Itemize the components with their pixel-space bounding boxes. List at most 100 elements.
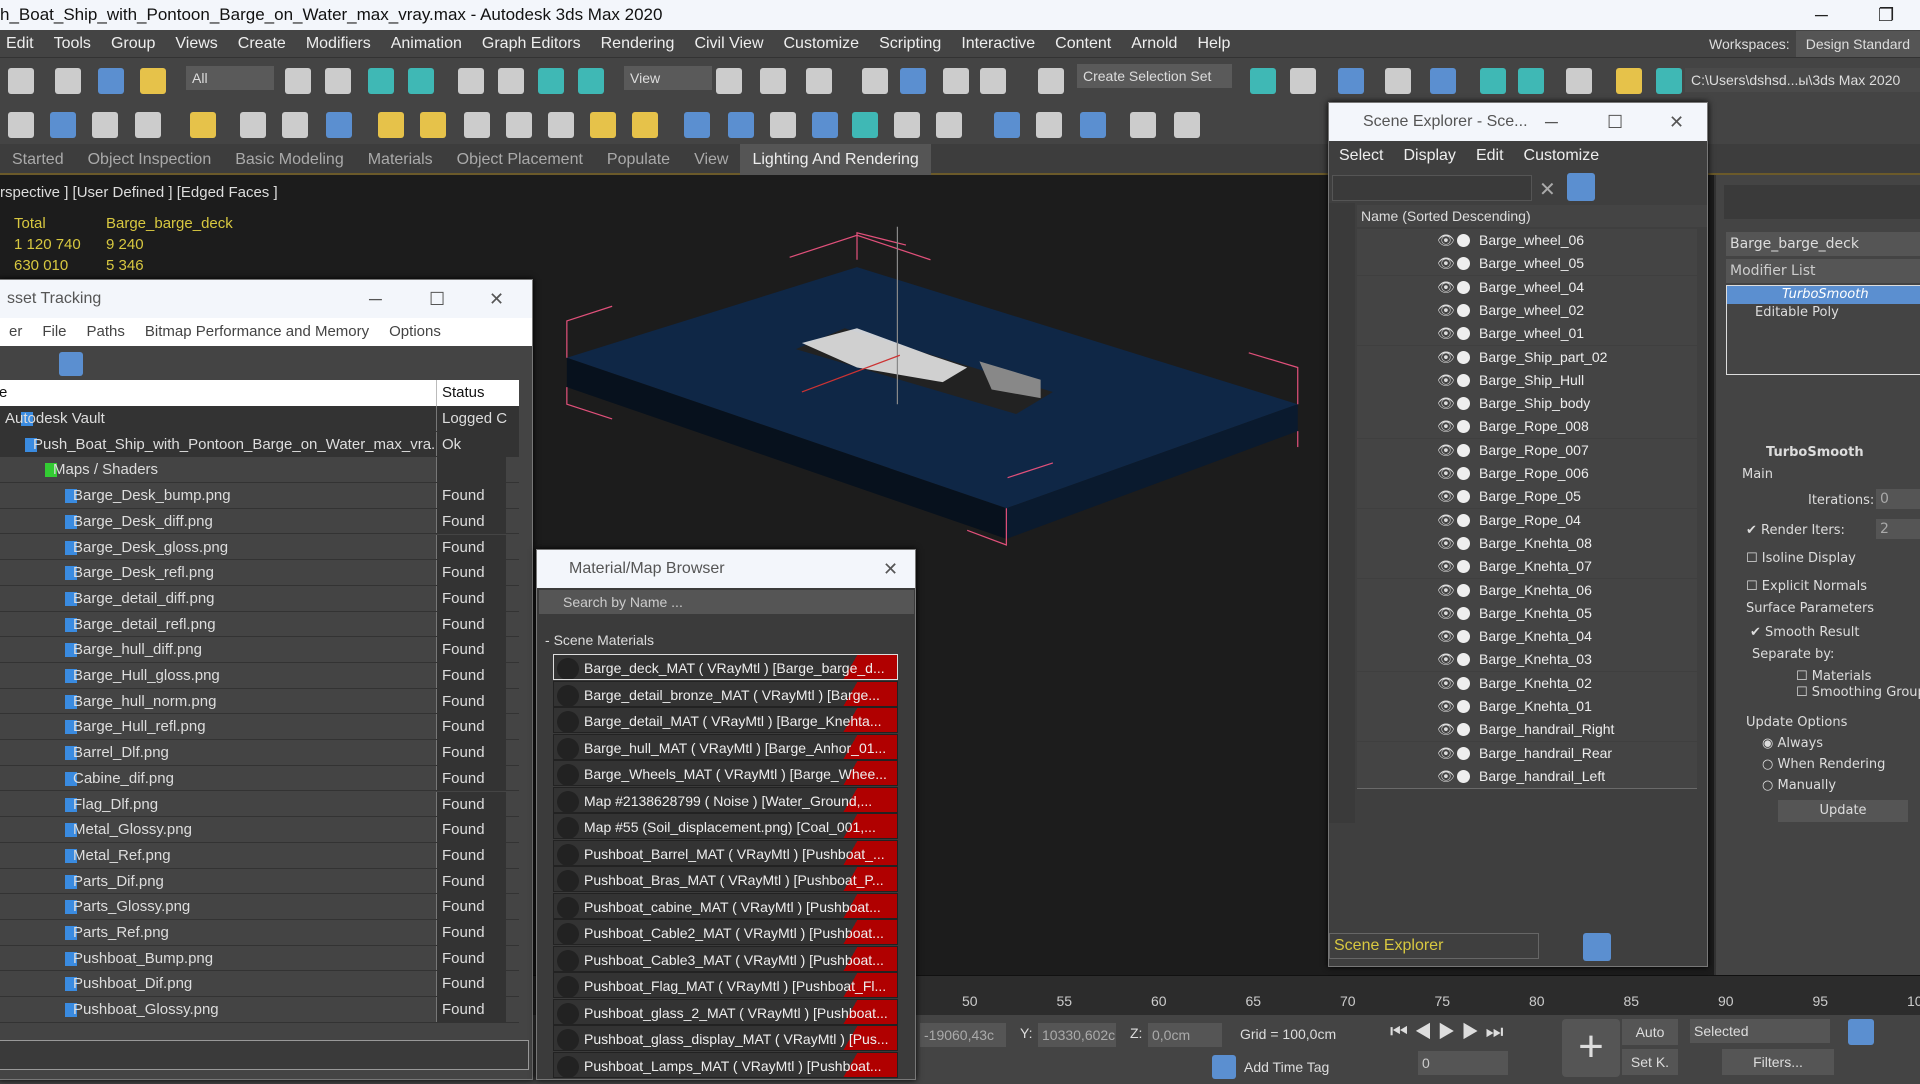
toolbar-tool-icon[interactable] (1338, 68, 1364, 94)
render-toggle-icon[interactable] (1457, 746, 1470, 760)
scene-object-row[interactable]: 👁 Barge_wheel_01 (1357, 322, 1697, 346)
asset-menu-item[interactable]: Options (379, 323, 451, 340)
menu-civil-view[interactable]: Civil View (688, 30, 777, 58)
material-item[interactable]: Barge_deck_MAT ( VRayMtl ) [Barge_barge_… (553, 654, 898, 680)
visibility-eye-icon[interactable]: 👁 (1437, 229, 1455, 252)
scene-object-row[interactable]: 👁 Barge_Rope_007 (1357, 438, 1697, 462)
toolbar2-tool-icon[interactable] (506, 112, 532, 138)
ribbon-tab-view[interactable]: View (682, 144, 740, 175)
toolbar-tool-icon[interactable] (1518, 68, 1544, 94)
toolbar2-tool-icon[interactable] (1036, 112, 1062, 138)
selection-filter-dropdown[interactable]: All (186, 66, 274, 90)
asset-row[interactable]: Barge_detail_refl.png Found (0, 611, 519, 638)
smoothing-groups-checkbox[interactable]: ☐ Smoothing Groups (1796, 685, 1920, 700)
toolbar-tool-icon[interactable] (408, 68, 434, 94)
toolbar2-tool-icon[interactable] (92, 112, 118, 138)
toolbar2-tool-icon[interactable] (728, 112, 754, 138)
render-toggle-icon[interactable] (1457, 560, 1470, 574)
render-iters-spinner[interactable]: 2 (1876, 519, 1920, 539)
table-view-icon[interactable] (59, 352, 83, 376)
toolbar2-tool-icon[interactable] (135, 112, 161, 138)
toolbar2-tool-icon[interactable] (378, 112, 404, 138)
toolbar-tool-icon[interactable] (1616, 68, 1642, 94)
menu-graph-editors[interactable]: Graph Editors (476, 30, 595, 58)
column-status[interactable]: Status (436, 380, 485, 406)
ribbon-tab-basic-modeling[interactable]: Basic Modeling (223, 144, 356, 175)
visibility-eye-icon[interactable]: 👁 (1437, 765, 1455, 788)
render-toggle-icon[interactable] (1457, 606, 1470, 620)
asset-row[interactable]: Metal_Glossy.png Found (0, 817, 519, 843)
material-search-input[interactable]: Search by Name ... (539, 590, 914, 614)
toolbar2-tool-icon[interactable] (50, 112, 76, 138)
visibility-eye-icon[interactable]: 👁 (1437, 392, 1455, 415)
render-toggle-icon[interactable] (1457, 350, 1470, 364)
toolbar-tool-icon[interactable] (1566, 68, 1592, 94)
visibility-eye-icon[interactable]: 👁 (1437, 579, 1455, 602)
asset-row[interactable]: Barge_Hull_refl.png Found (0, 714, 519, 741)
asset-row[interactable]: Parts_Dif.png Found (0, 868, 519, 895)
material-item[interactable]: Pushboat_cabine_MAT ( VRayMtl ) [Pushboa… (553, 892, 898, 919)
visibility-eye-icon[interactable]: 👁 (1437, 532, 1455, 555)
toolbar-tool-icon[interactable] (8, 68, 34, 94)
render-toggle-icon[interactable] (1457, 467, 1470, 480)
material-item[interactable]: Pushboat_Barrel_MAT ( VRayMtl ) [Pushboa… (553, 839, 898, 866)
render-toggle-icon[interactable] (1457, 513, 1470, 527)
toolbar-tool-icon[interactable] (368, 68, 394, 94)
menu-create[interactable]: Create (232, 30, 300, 58)
scene-object-row[interactable]: 👁 Barge_Ship_part_02 (1357, 345, 1697, 369)
scene-object-row[interactable]: 👁 Barge_Knehta_07 (1357, 555, 1697, 579)
toolbar2-tool-icon[interactable] (684, 112, 710, 138)
visibility-eye-icon[interactable]: 👁 (1437, 485, 1455, 508)
toolbar-tool-icon[interactable] (1430, 68, 1456, 94)
render-toggle-icon[interactable] (1457, 420, 1470, 434)
toolbar-tool-icon[interactable] (716, 68, 742, 94)
ribbon-tab-started[interactable]: Started (0, 144, 76, 175)
scene-object-row[interactable]: 👁 Barge_Knehta_02 (1357, 671, 1697, 695)
asset-row[interactable]: Barge_Hull_gloss.png Found (0, 663, 519, 689)
toolbar2-tool-icon[interactable] (812, 112, 838, 138)
asset-path-field[interactable] (0, 1040, 529, 1070)
render-toggle-icon[interactable] (1457, 443, 1470, 457)
toolbar2-tool-icon[interactable] (770, 112, 796, 138)
material-item[interactable]: Pushboat_glass_2_MAT ( VRayMtl ) [Pushbo… (553, 998, 898, 1025)
visibility-eye-icon[interactable]: 👁 (1437, 439, 1455, 462)
scene-object-row[interactable]: 👁 Barge_Knehta_01 (1357, 695, 1697, 718)
render-toggle-icon[interactable] (1457, 257, 1470, 271)
toolbar2-tool-icon[interactable] (190, 112, 216, 138)
toolbar2-tool-icon[interactable] (852, 112, 878, 138)
scene-materials-group[interactable]: - Scene Materials (545, 632, 654, 648)
close-button[interactable]: ✕ (1669, 103, 1684, 141)
stack-item-turbosmooth[interactable]: TurboSmooth (1727, 286, 1920, 304)
material-item[interactable]: Barge_hull_MAT ( VRayMtl ) [Barge_Anhor_… (553, 733, 898, 760)
menu-rendering[interactable]: Rendering (595, 30, 689, 58)
render-toggle-icon[interactable] (1457, 583, 1470, 597)
material-item[interactable]: Pushboat_Cable2_MAT ( VRayMtl ) [Pushboa… (553, 919, 898, 945)
visibility-eye-icon[interactable]: 👁 (1437, 462, 1455, 485)
close-button[interactable]: ✕ (489, 280, 504, 318)
toolbar-tool-icon[interactable] (1038, 68, 1064, 94)
toolbar-tool-icon[interactable] (1290, 68, 1316, 94)
toolbar-tool-icon[interactable] (806, 68, 832, 94)
material-item[interactable]: Pushboat_Flag_MAT ( VRayMtl ) [Pushboat_… (553, 972, 898, 998)
maximize-button[interactable]: ☐ (1607, 103, 1623, 141)
visibility-eye-icon[interactable]: 👁 (1437, 322, 1455, 345)
asset-row[interactable]: Cabine_dif.png Found (0, 765, 519, 792)
zoom-icon[interactable] (1848, 1019, 1874, 1045)
maximize-button[interactable]: ☐ (429, 280, 445, 318)
scene-explorer-titlebar[interactable]: Scene Explorer - Sce... ─ ☐ ✕ (1329, 103, 1707, 141)
asset-menu-item[interactable]: Bitmap Performance and Memory (135, 323, 379, 340)
asset-menu-item[interactable]: Paths (77, 323, 135, 340)
smooth-result-checkbox[interactable]: ✔ Smooth Result (1750, 625, 1860, 640)
asset-row[interactable]: Pushboat_Dif.png Found (0, 971, 519, 998)
toolbar-tool-icon[interactable] (578, 68, 604, 94)
toolbar2-tool-icon[interactable] (420, 112, 446, 138)
render-toggle-icon[interactable] (1457, 769, 1470, 783)
render-toggle-icon[interactable] (1457, 303, 1470, 317)
asset-row[interactable]: Barrel_Dlf.png Found (0, 740, 519, 766)
menu-views[interactable]: Views (169, 30, 231, 58)
scene-explorer-search[interactable] (1332, 175, 1532, 201)
render-toggle-icon[interactable] (1457, 234, 1470, 247)
set-key-big-button[interactable]: + (1562, 1019, 1620, 1077)
menu-tools[interactable]: Tools (48, 30, 105, 58)
toolbar2-tool-icon[interactable] (936, 112, 962, 138)
